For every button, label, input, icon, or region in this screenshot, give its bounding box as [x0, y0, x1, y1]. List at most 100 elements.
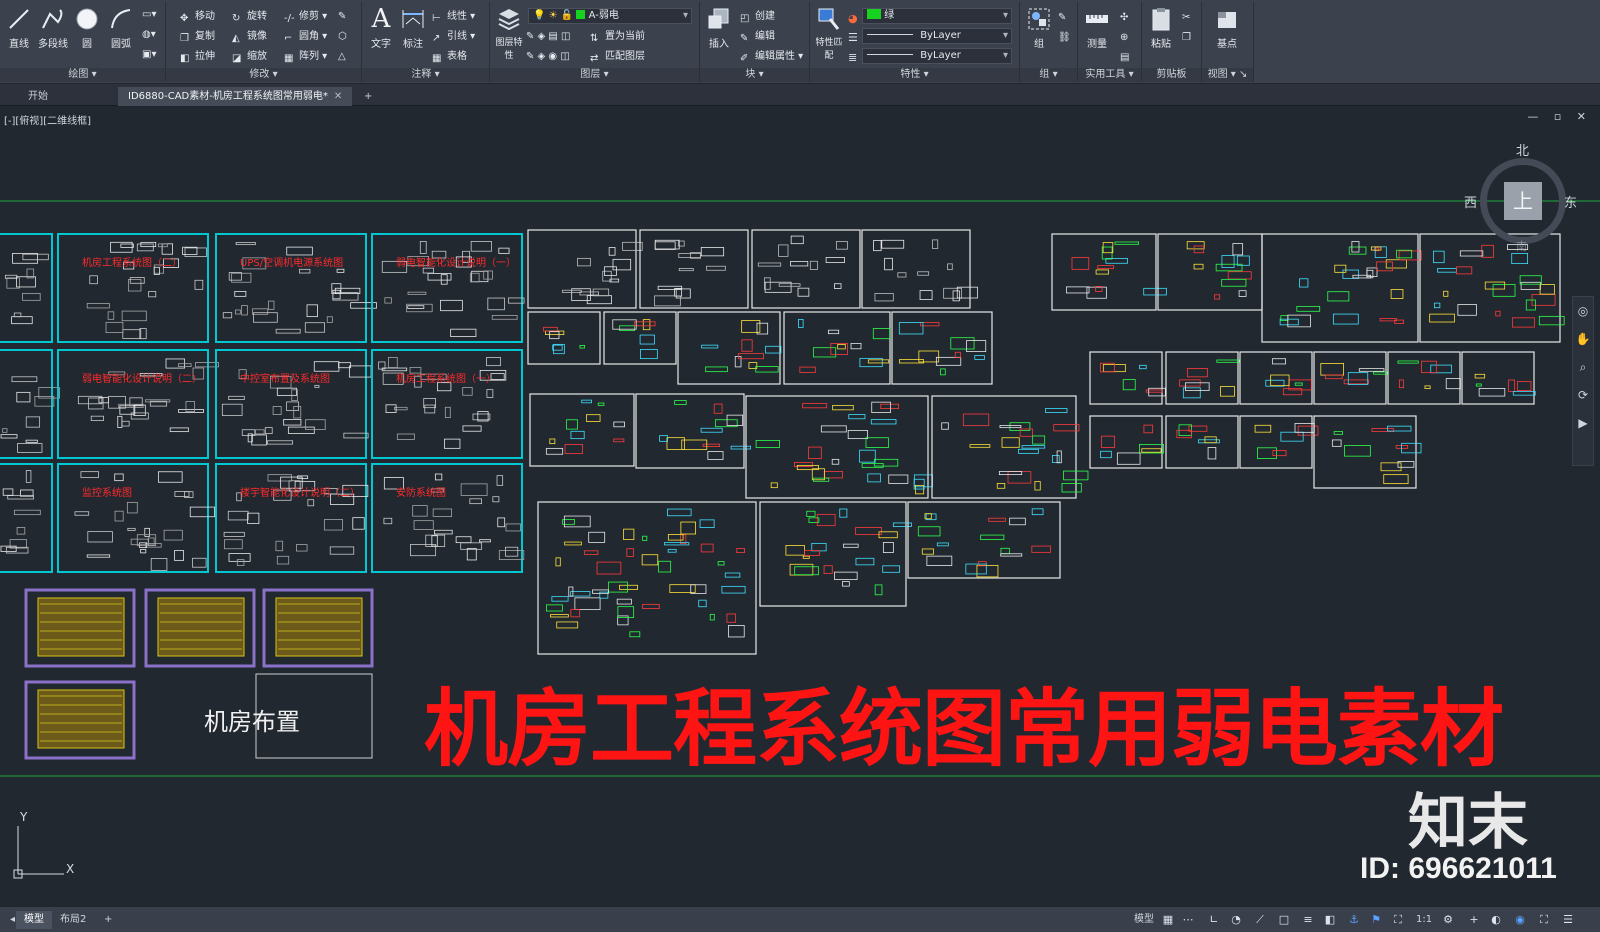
color-dropdown[interactable]: 绿: [862, 8, 1012, 24]
array-button[interactable]: ▦ 阵列 ▾: [284, 48, 327, 66]
linear-dim-button[interactable]: ⊢ 线性 ▾: [432, 8, 475, 26]
polyline-button[interactable]: 多段线: [36, 6, 70, 50]
utility-tools[interactable]: ✣ ⊕ ▤: [1120, 8, 1129, 63]
polar-icon[interactable]: ◔: [1228, 912, 1244, 928]
hatch-tool[interactable]: ◍▾: [142, 26, 156, 44]
measure-button[interactable]: 测量: [1080, 6, 1114, 50]
grid-icon[interactable]: ▦: [1160, 912, 1176, 928]
ortho-icon[interactable]: ∟: [1206, 912, 1222, 928]
mirror-button[interactable]: ◭ 镜像: [232, 28, 267, 46]
drawing-sheet[interactable]: [1313, 351, 1387, 405]
stretch-button[interactable]: ◧ 拉伸: [180, 48, 215, 66]
drawing-sheet[interactable]: [371, 349, 523, 459]
block-panel-title[interactable]: 块 ▾: [700, 68, 809, 82]
zoom-icon[interactable]: ⌕: [1573, 353, 1593, 381]
arc-button[interactable]: 圆弧: [104, 6, 138, 50]
create-block-button[interactable]: ◰ 创建: [740, 8, 775, 26]
rotate-button[interactable]: ↻ 旋转: [232, 8, 267, 26]
copy-button[interactable]: ❐ 复制: [180, 28, 215, 46]
fillet-button[interactable]: ⌐ 圆角 ▾: [284, 28, 327, 46]
orbit-icon[interactable]: ⟳: [1573, 381, 1593, 409]
clipboard-tools[interactable]: ✂ ❐: [1182, 8, 1191, 43]
hardware-accel-icon[interactable]: ◉: [1512, 912, 1528, 928]
drawing-sheet[interactable]: [57, 233, 209, 343]
draw-panel-title[interactable]: 绘图 ▾: [0, 68, 165, 82]
drawing-sheet[interactable]: [537, 501, 757, 655]
edit-block-button[interactable]: ✎ 编辑: [740, 28, 775, 46]
drawing-sheet[interactable]: [57, 463, 209, 573]
showmotion-icon[interactable]: ▶: [1573, 409, 1593, 437]
drawing-sheet[interactable]: [371, 233, 523, 343]
make-current-button[interactable]: ⇅ 置为当前: [590, 28, 645, 46]
layer-dropdown[interactable]: 💡 ☀ 🔓 A-弱电: [528, 8, 692, 24]
close-icon[interactable]: ✕: [334, 91, 342, 102]
gear-icon[interactable]: ⚙: [1440, 912, 1456, 928]
compass-west[interactable]: 西: [1464, 192, 1477, 211]
layer-tools-row-2[interactable]: ✎ ◈ ◉ ◫: [526, 48, 570, 66]
drawing-sheet[interactable]: [783, 311, 891, 385]
drawing-sheet[interactable]: [1089, 415, 1163, 469]
viewcube-face-top[interactable]: 上: [1504, 182, 1542, 220]
steering-wheel-icon[interactable]: ◎: [1573, 297, 1593, 325]
isolate-icon[interactable]: ◐: [1488, 912, 1504, 928]
snap-icon[interactable]: ⋯: [1180, 912, 1196, 928]
base-point-button[interactable]: 基点: [1210, 6, 1244, 50]
group-button[interactable]: 组: [1022, 6, 1056, 50]
drawing-sheet[interactable]: [529, 393, 635, 467]
drawing-sheet[interactable]: [527, 311, 601, 365]
add-layout-button[interactable]: +: [96, 911, 120, 929]
isodraft-icon[interactable]: ⟋: [1252, 912, 1268, 928]
properties-panel-title[interactable]: 特性 ▾: [810, 68, 1019, 82]
drawing-sheet[interactable]: [527, 229, 637, 309]
offset-tool[interactable]: △: [338, 48, 346, 66]
customize-icon[interactable]: ☰: [1560, 912, 1576, 928]
compass-north[interactable]: 北: [1516, 140, 1529, 159]
move-button[interactable]: ✥ 移动: [180, 8, 215, 26]
viewport-controls-label[interactable]: [-][俯视][二维线框]: [4, 112, 91, 127]
drawing-sheet[interactable]: [215, 463, 367, 573]
viewcube[interactable]: 上 北 西 东 南: [1464, 144, 1578, 256]
model-space-toggle[interactable]: 模型: [1126, 911, 1162, 929]
drawing-sheet[interactable]: [759, 501, 907, 607]
layers-panel-title[interactable]: 图层 ▾: [490, 68, 699, 82]
layer-tools-row-1[interactable]: ✎ ◈ ▤ ◫: [526, 28, 571, 46]
match-layer-button[interactable]: ⇄ 匹配图层: [590, 48, 645, 66]
compass-south[interactable]: 南: [1516, 238, 1527, 254]
dimension-button[interactable]: 标注: [396, 6, 430, 50]
annotation-autoscale-icon[interactable]: ⛶: [1390, 912, 1406, 928]
linetype-dropdown[interactable]: ByLayer: [862, 28, 1012, 44]
clipboard-panel-title[interactable]: 剪贴板: [1142, 68, 1201, 82]
drawing-area[interactable]: 机房工程系统图（二） UPS/空调机电源系统图 弱电智能化设计说明（一） 弱电智能化设…: [0, 106, 1600, 906]
lineweight-dropdown[interactable]: ByLayer: [862, 48, 1012, 64]
modify-panel-title[interactable]: 修改 ▾: [166, 68, 361, 82]
leader-button[interactable]: ↗ 引线 ▾: [432, 28, 475, 46]
lineweight-toggle-icon[interactable]: ≡: [1300, 912, 1316, 928]
tab-start[interactable]: 开始: [18, 87, 58, 106]
utilities-panel-title[interactable]: 实用工具 ▾: [1078, 68, 1141, 82]
transparency-icon[interactable]: ◧: [1322, 912, 1338, 928]
tab-model[interactable]: 模型: [16, 911, 52, 929]
plus-icon[interactable]: +: [1466, 912, 1482, 928]
insert-button[interactable]: 插入: [702, 6, 736, 50]
region-tool[interactable]: ▣▾: [142, 46, 156, 64]
explode-tool[interactable]: ⬡: [338, 28, 347, 46]
drawing-sheet[interactable]: [635, 393, 745, 469]
rectangle-tool[interactable]: ▭▾: [142, 6, 156, 24]
pan-icon[interactable]: ✋: [1573, 325, 1593, 353]
osnap-icon[interactable]: □: [1276, 912, 1292, 928]
circle-button[interactable]: 圆: [70, 6, 104, 50]
annotation-scale-icon[interactable]: ⚓: [1346, 912, 1362, 928]
trim-button[interactable]: -/- 修剪 ▾: [284, 8, 327, 26]
annotation-visibility-icon[interactable]: ⚑: [1368, 912, 1384, 928]
new-tab-button[interactable]: +: [354, 87, 382, 106]
drawing-sheet[interactable]: [1261, 233, 1419, 343]
viewport-window-controls[interactable]: — ▫ ✕: [1527, 110, 1592, 123]
clean-screen-icon[interactable]: ⛶: [1536, 912, 1552, 928]
group-tools[interactable]: ✎ ⛓: [1058, 8, 1071, 43]
line-button[interactable]: 直线: [2, 6, 36, 50]
annotation-scale-value[interactable]: 1:1: [1408, 911, 1440, 929]
drawing-sheet[interactable]: [1239, 415, 1313, 469]
tab-document[interactable]: ID6880-CAD素材-机房工程系统图常用弱电* ✕: [118, 87, 353, 106]
view-panel-title[interactable]: 视图 ▾ ↘: [1202, 68, 1253, 82]
drawing-sheet[interactable]: [1239, 351, 1313, 405]
